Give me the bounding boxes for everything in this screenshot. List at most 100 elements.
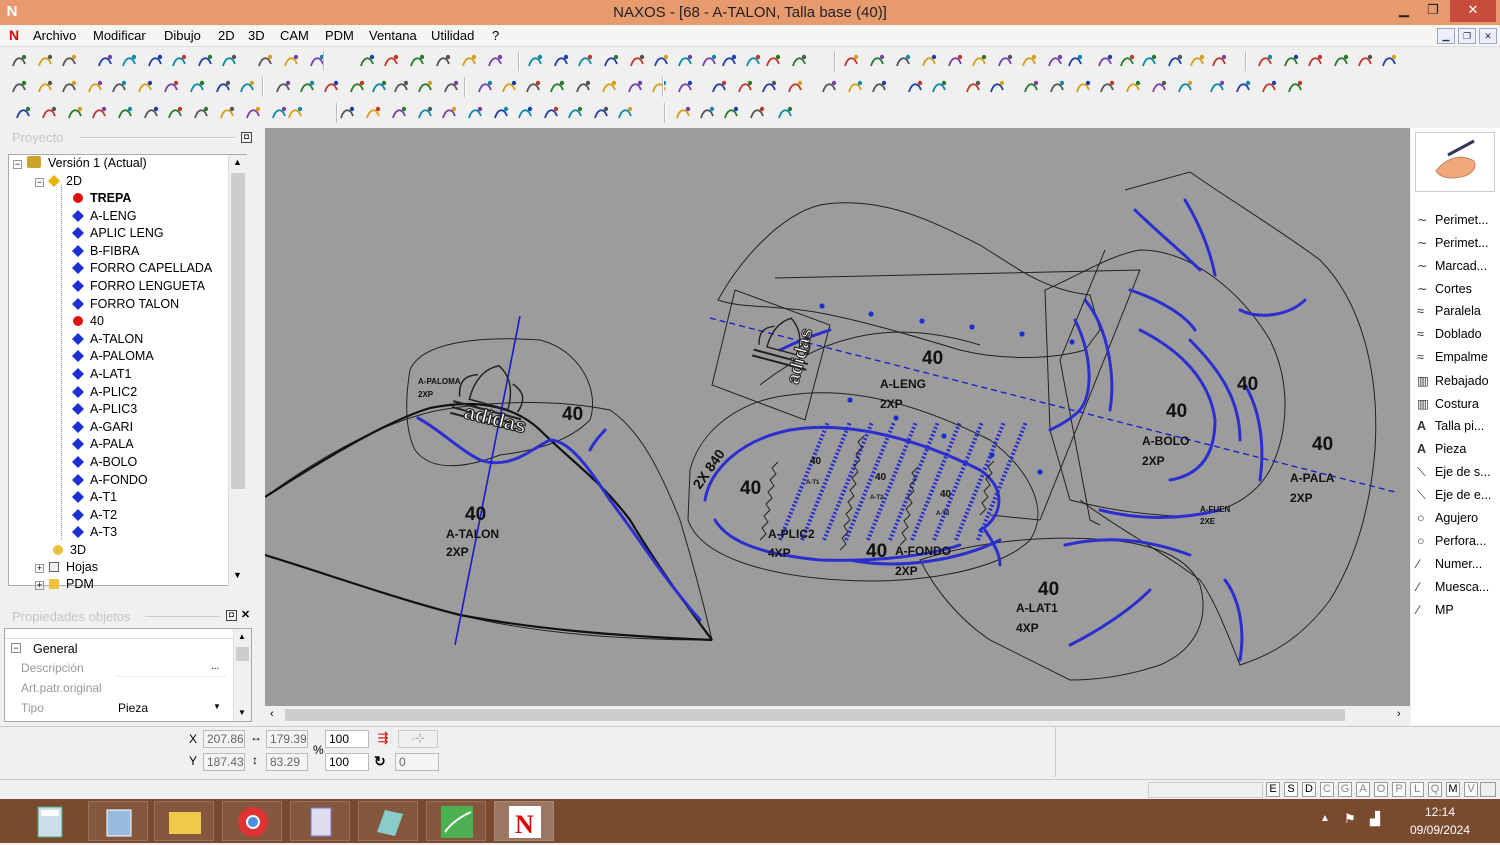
toolbar-tool-35-icon[interactable] — [946, 52, 964, 70]
toolbar-tool-42-icon[interactable] — [1098, 78, 1116, 96]
toolbar-tool-32-icon[interactable] — [820, 78, 838, 96]
toolbar-tool-39-icon[interactable] — [1022, 78, 1040, 96]
toolbar-tool-13-icon[interactable] — [322, 78, 340, 96]
toolbar-tool-28-icon[interactable] — [744, 52, 762, 70]
toolbar-tool-15-icon[interactable] — [408, 52, 426, 70]
explorer-task-icon[interactable] — [154, 801, 214, 841]
toolbar-tool-45-icon[interactable] — [1176, 78, 1194, 96]
menu-archivo[interactable]: Archivo — [33, 28, 76, 43]
height-field[interactable]: 83.29 — [266, 753, 308, 771]
prop-value-art-patr[interactable] — [115, 679, 227, 697]
clock-time[interactable]: 12:14 — [1400, 805, 1480, 819]
collapse-icon[interactable]: − — [11, 643, 21, 653]
tree-item-trepa[interactable]: TREPA — [73, 191, 131, 205]
tree-node-3d[interactable]: 3D — [53, 543, 86, 557]
tree-item-b-fibra[interactable]: B-FIBRA — [71, 244, 139, 258]
toolbar-tool-38-icon[interactable] — [1020, 52, 1038, 70]
tool-marcad[interactable]: ∼ Marcad... — [1417, 258, 1487, 273]
toolbar-tool-28-icon[interactable] — [710, 78, 728, 96]
toolbar-tool-24-icon[interactable] — [616, 104, 634, 122]
cad-task-icon[interactable] — [426, 801, 486, 841]
tree-node-2d[interactable]: − 2D — [35, 174, 82, 188]
properties-pin-button[interactable]: ◘ — [226, 610, 237, 621]
toolbar-tool-3-icon[interactable] — [60, 52, 78, 70]
menu-pdm[interactable]: PDM — [325, 28, 354, 43]
toolbar-tool-9-icon[interactable] — [220, 52, 238, 70]
toolbar-tool-48-icon[interactable] — [1282, 52, 1300, 70]
expand-toggle-icon[interactable]: + — [35, 581, 44, 590]
tree-item-a-lat1[interactable]: A-LAT1 — [71, 367, 131, 381]
menu-2d[interactable]: 2D — [218, 28, 235, 43]
toolbar-tool-12-icon[interactable] — [298, 78, 316, 96]
toolbar-tool-33-icon[interactable] — [894, 52, 912, 70]
tool-numer[interactable]: ∕ Numer... — [1417, 557, 1482, 571]
flag-icon[interactable]: ⚑ — [1344, 811, 1356, 827]
toolbar-tool-49-icon[interactable] — [1306, 52, 1324, 70]
tray-arrow-icon[interactable]: ▲ — [1320, 813, 1330, 824]
toolbar-tool-17-icon[interactable] — [440, 104, 458, 122]
status-toggle-p[interactable]: P — [1392, 782, 1406, 797]
toolbar-tool-15-icon[interactable] — [390, 104, 408, 122]
width-field[interactable]: 179.39 — [266, 730, 308, 748]
toolbar-tool-10-icon[interactable] — [238, 78, 256, 96]
toolbar-tool-9-icon[interactable] — [214, 78, 232, 96]
restore-button[interactable]: ❐ — [1418, 0, 1448, 22]
toolbar-tool-37-icon[interactable] — [996, 52, 1014, 70]
toolbar-tool-28-icon[interactable] — [748, 104, 766, 122]
tree-item-a-talon[interactable]: A-TALON — [71, 332, 143, 346]
toolbar-tool-20-icon[interactable] — [552, 52, 570, 70]
minimize-button[interactable]: ▁ — [1389, 0, 1419, 22]
tool-rebajado[interactable]: ▥ Rebajado — [1417, 373, 1489, 388]
toolbar-tool-6-icon[interactable] — [136, 78, 154, 96]
tree-item-forro-lengueta[interactable]: FORRO LENGUETA — [71, 279, 205, 293]
tree-item-40[interactable]: 40 — [73, 314, 104, 328]
toolbar-tool-30-icon[interactable] — [790, 52, 808, 70]
y-coord-field[interactable]: 187.43 — [203, 753, 245, 771]
toolbar-tool-46-icon[interactable] — [1210, 52, 1228, 70]
toolbar-tool-17-icon[interactable] — [460, 52, 478, 70]
toolbar-tool-51-icon[interactable] — [1356, 52, 1374, 70]
toolbar-tool-16-icon[interactable] — [392, 78, 410, 96]
toolbar-tool-31-icon[interactable] — [842, 52, 860, 70]
toolbar-tool-19-icon[interactable] — [492, 104, 510, 122]
toolbar-tool-4-icon[interactable] — [90, 104, 108, 122]
toolbar-tool-8-icon[interactable] — [196, 52, 214, 70]
toolbar-tool-19-icon[interactable] — [476, 78, 494, 96]
toolbar-tool-34-icon[interactable] — [920, 52, 938, 70]
calculator-task-icon[interactable] — [20, 801, 80, 841]
toolbar-tool-12-icon[interactable] — [286, 104, 304, 122]
toolbar-tool-38-icon[interactable] — [988, 78, 1006, 96]
status-toggle-c[interactable]: C — [1320, 782, 1334, 797]
toolbar-tool-7-icon[interactable] — [162, 78, 180, 96]
tool-cortes[interactable]: ∼ Cortes — [1417, 281, 1472, 296]
expand-toggle-icon[interactable]: + — [35, 564, 44, 573]
toolbar-tool-1-icon[interactable] — [14, 104, 32, 122]
toolbar-tool-18-icon[interactable] — [442, 78, 460, 96]
canvas-scroll-thumb[interactable] — [285, 709, 1345, 721]
toolbar-tool-47-icon[interactable] — [1234, 78, 1252, 96]
toolbar-tool-24-icon[interactable] — [600, 78, 618, 96]
toolbar-tool-27-icon[interactable] — [720, 52, 738, 70]
toolbar-tool-1-icon[interactable] — [10, 78, 28, 96]
toolbar-tool-31-icon[interactable] — [786, 78, 804, 96]
toolbar-tool-32-icon[interactable] — [868, 52, 886, 70]
status-toggle-m[interactable]: M — [1446, 782, 1460, 797]
tree-item-forro-capellada[interactable]: FORRO CAPELLADA — [71, 261, 212, 275]
app-task-icon[interactable] — [290, 801, 350, 841]
drawing-canvas[interactable]: adidas adidas 2X 840 40 A-PALOMA 2XP 40 A-TA… — [265, 128, 1410, 706]
prop-value-tipo[interactable]: Pieza — [118, 701, 148, 715]
toolbar-tool-14-icon[interactable] — [382, 52, 400, 70]
toolbar-tool-10-icon[interactable] — [244, 104, 262, 122]
toolbar-tool-40-icon[interactable] — [1048, 78, 1066, 96]
toolbar-tool-15-icon[interactable] — [370, 78, 388, 96]
descripcion-browse-button[interactable]: ... — [211, 661, 219, 672]
toolbar-tool-44-icon[interactable] — [1166, 52, 1184, 70]
toolbar-tool-22-icon[interactable] — [602, 52, 620, 70]
toolbar-tool-43-icon[interactable] — [1124, 78, 1142, 96]
toolbar-tool-11-icon[interactable] — [274, 78, 292, 96]
toolbar-tool-21-icon[interactable] — [576, 52, 594, 70]
tool-costura[interactable]: ▥ Costura — [1417, 396, 1479, 411]
tree-scroll-thumb[interactable] — [231, 173, 245, 489]
tree-scrollbar[interactable]: ▲ ▼ — [228, 155, 247, 586]
status-toggle-g[interactable]: G — [1338, 782, 1352, 797]
